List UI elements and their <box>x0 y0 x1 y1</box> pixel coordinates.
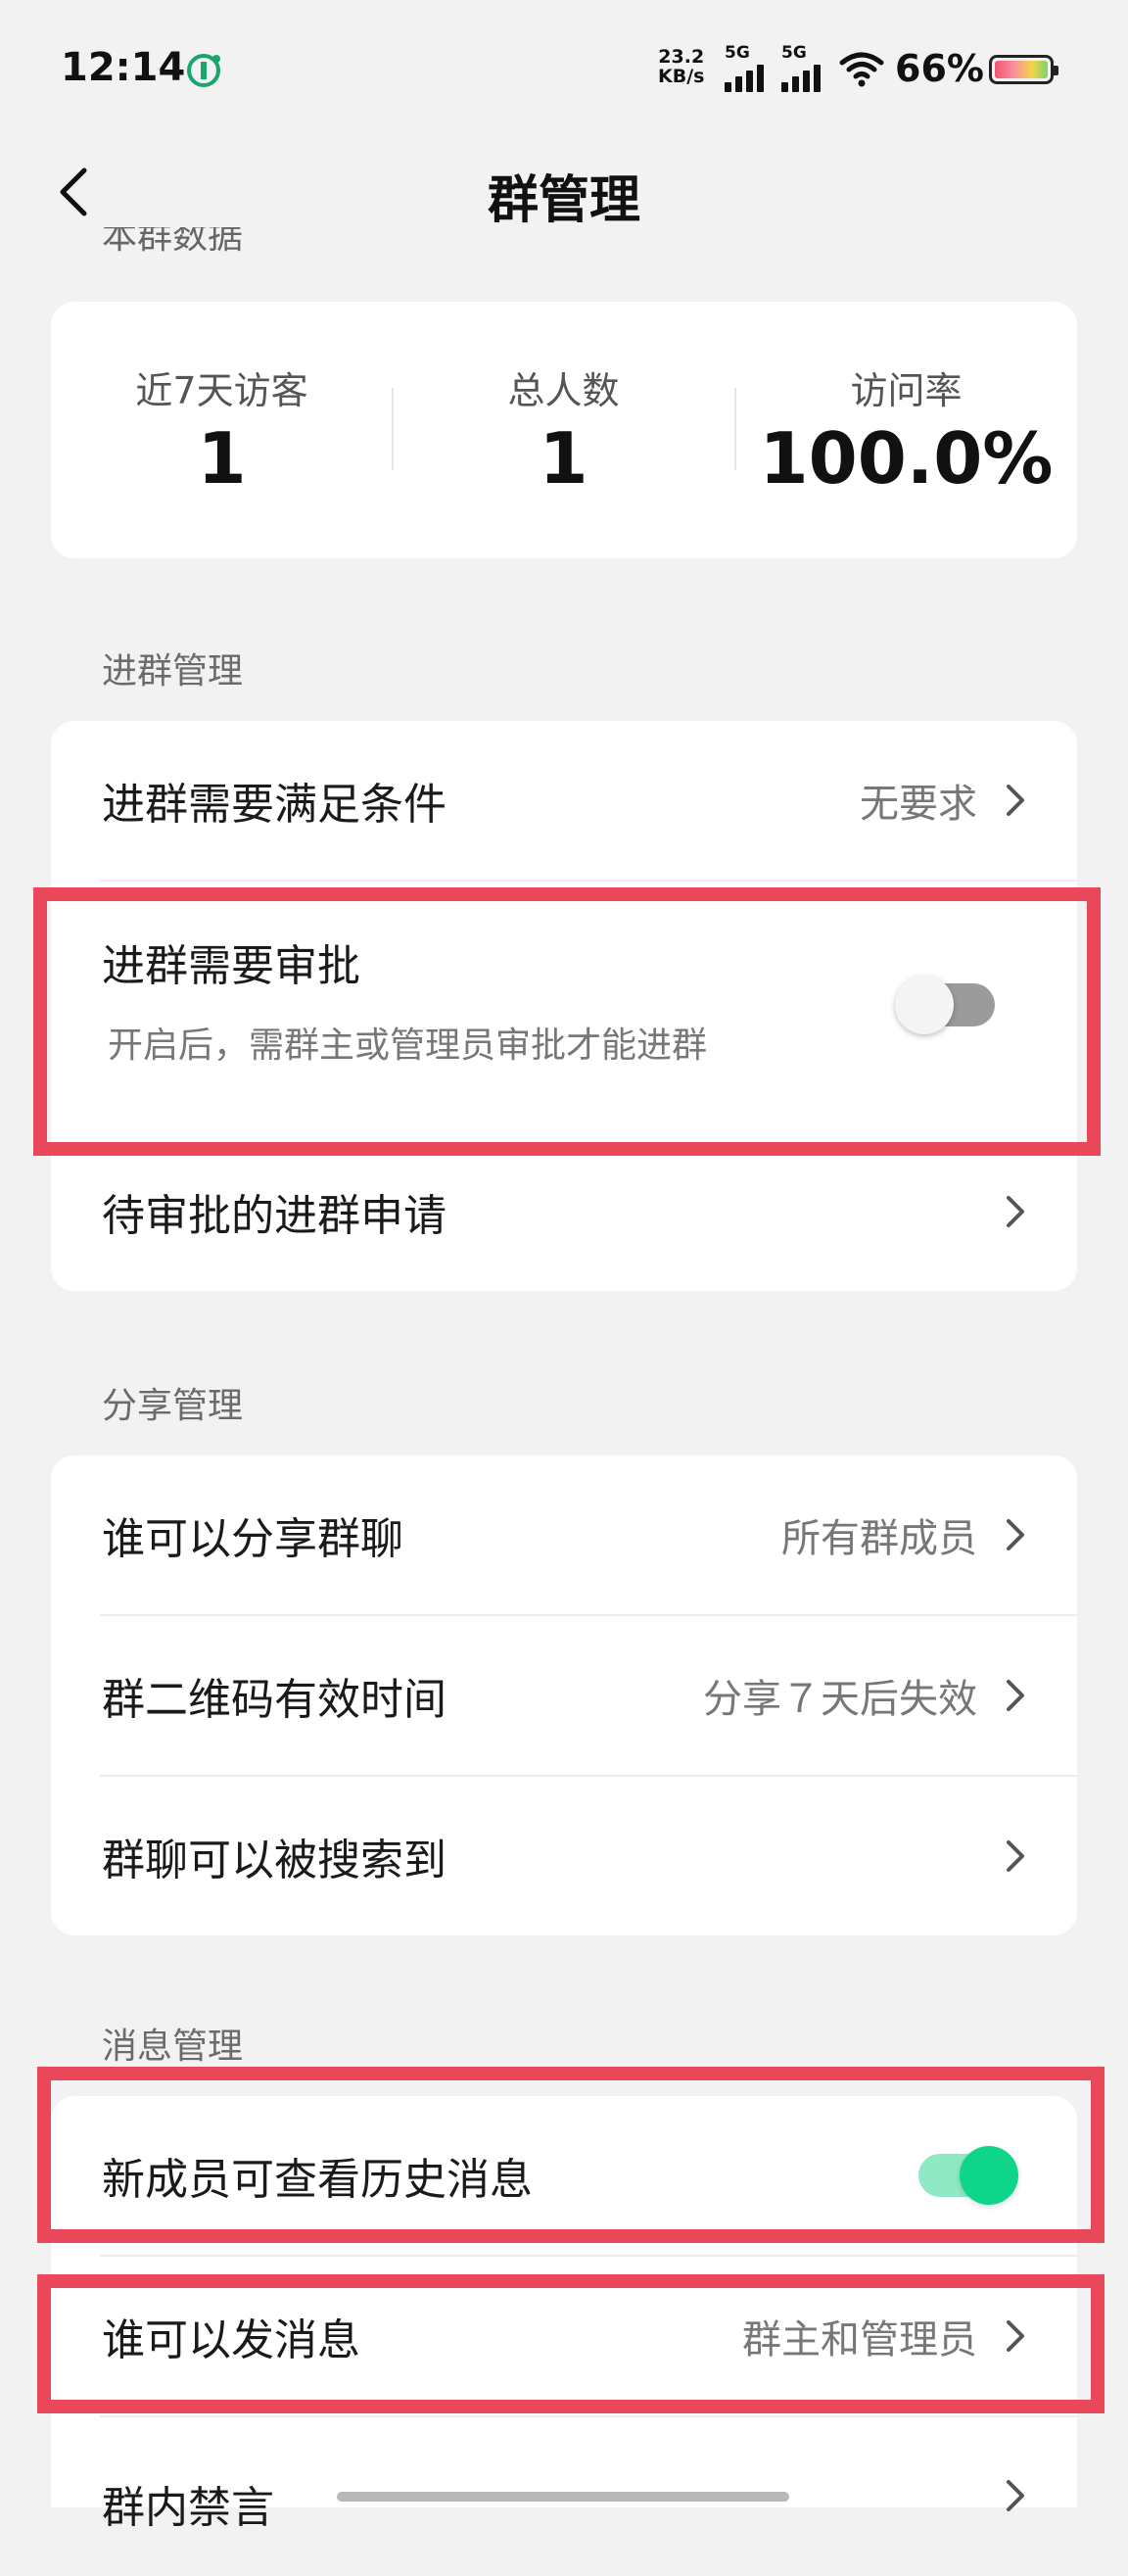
chevron-right-icon <box>1007 1196 1024 1227</box>
who-can-send-row[interactable]: 谁可以发消息 群主和管理员 <box>51 2257 1077 2415</box>
pending-requests-row[interactable]: 待审批的进群申请 <box>51 1132 1077 1291</box>
who-can-share-row[interactable]: 谁可以分享群聊 所有群成员 <box>51 1455 1077 1614</box>
row-value: 所有群成员 <box>781 1516 977 1561</box>
chevron-right-icon <box>1007 2320 1024 2352</box>
row-title: 进群需要满足条件 <box>102 780 446 830</box>
stats-card: 近7天访客 1 总人数 1 访问率 100.0% <box>51 302 1077 558</box>
chevron-right-icon <box>1007 2480 1024 2511</box>
row-value: 无要求 <box>860 782 977 827</box>
stat-label: 访问率 <box>850 369 963 412</box>
signal-sim2-icon: 5G <box>781 43 836 92</box>
toggle-knob <box>960 2146 1018 2205</box>
join-condition-row[interactable]: 进群需要满足条件 无要求 <box>51 721 1077 880</box>
history-visible-row: 新成员可查看历史消息 <box>51 2096 1077 2255</box>
status-time: 12:14 <box>61 45 186 90</box>
chevron-right-icon <box>1007 1680 1024 1711</box>
stat-value: 100.0% <box>759 417 1054 500</box>
section-label-message: 消息管理 <box>102 2027 244 2067</box>
stat-visitors: 近7天访客 1 <box>51 302 393 558</box>
qr-valid-time-row[interactable]: 群二维码有效时间 分享７天后失效 <box>51 1616 1077 1775</box>
toggle-knob <box>895 976 954 1034</box>
row-value: 群主和管理员 <box>742 2317 977 2362</box>
row-title: 群聊可以被搜索到 <box>102 1836 446 1885</box>
section-label-group-data: 本群数据 <box>102 227 244 257</box>
searchable-row[interactable]: 群聊可以被搜索到 <box>51 1777 1077 1935</box>
signal-sim1-icon: 5G <box>725 43 779 92</box>
row-value: 分享７天后失效 <box>703 1677 977 1722</box>
chevron-right-icon <box>1007 1840 1024 1872</box>
stat-label: 近7天访客 <box>135 369 308 412</box>
wifi-icon <box>839 52 884 87</box>
stat-visit-rate: 访问率 100.0% <box>735 302 1077 558</box>
join-approval-toggle[interactable] <box>895 976 995 1034</box>
chevron-right-icon <box>1007 785 1024 816</box>
row-title: 待审批的进群申请 <box>102 1191 446 1241</box>
home-indicator[interactable] <box>337 2492 789 2502</box>
stat-total-members: 总人数 1 <box>393 302 734 558</box>
message-settings-card: 新成员可查看历史消息 谁可以发消息 群主和管理员 群内禁言 <box>51 2096 1077 2533</box>
row-title: 新成员可查看历史消息 <box>102 2155 533 2205</box>
battery-percent: 66% <box>895 47 984 90</box>
page-title: 群管理 <box>487 171 640 230</box>
row-title: 进群需要审批 <box>102 941 360 991</box>
stat-value: 1 <box>197 417 247 500</box>
status-bar: 12:14 23.2 KB/s 5G 5G 66% <box>0 0 1128 137</box>
row-title: 群内禁言 <box>102 2483 274 2533</box>
share-settings-card: 谁可以分享群聊 所有群成员 群二维码有效时间 分享７天后失效 群聊可以被搜索到 <box>51 1455 1077 1935</box>
stat-label: 总人数 <box>507 369 620 412</box>
app-notification-icon <box>187 54 220 87</box>
network-speed: 23.2 KB/s <box>658 46 705 87</box>
battery-icon <box>989 55 1058 84</box>
row-title: 群二维码有效时间 <box>102 1675 446 1725</box>
section-label-join: 进群管理 <box>102 651 244 692</box>
section-label-share: 分享管理 <box>102 1386 244 1426</box>
row-title: 谁可以发消息 <box>102 2315 360 2365</box>
join-approval-row: 进群需要审批 开启后，需群主或管理员审批才能进群 <box>51 882 1077 1130</box>
history-visible-toggle[interactable] <box>918 2146 1018 2205</box>
chevron-right-icon <box>1007 1519 1024 1550</box>
join-settings-card: 进群需要满足条件 无要求 进群需要审批 开启后，需群主或管理员审批才能进群 待审… <box>51 721 1077 1291</box>
row-title: 谁可以分享群聊 <box>102 1514 403 1564</box>
row-subtitle: 开启后，需群主或管理员审批才能进群 <box>108 1026 708 1066</box>
stat-value: 1 <box>539 417 588 500</box>
